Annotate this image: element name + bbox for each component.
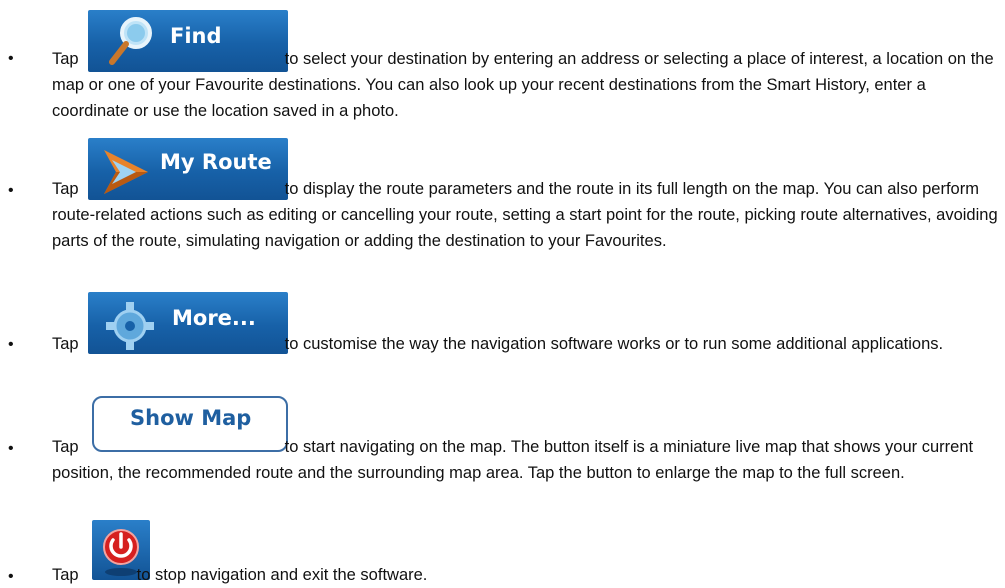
bullet: •	[8, 336, 14, 353]
bullet: •	[8, 440, 14, 457]
tap-label: Tap	[52, 566, 79, 584]
tap-label: Tap	[52, 180, 79, 198]
more-button-label: More...	[172, 306, 256, 330]
more-description: to customise the way the navigation soft…	[284, 335, 944, 353]
tap-label: Tap	[52, 335, 79, 353]
tap-label: Tap	[52, 438, 79, 456]
tap-label: Tap	[52, 50, 79, 68]
my-route-button-label: My Route	[160, 150, 272, 174]
show-map-button-label: Show Map	[130, 406, 252, 430]
exit-description: to stop navigation and exit the software…	[136, 566, 428, 584]
bullet: •	[8, 182, 14, 199]
bullet: •	[8, 50, 14, 67]
